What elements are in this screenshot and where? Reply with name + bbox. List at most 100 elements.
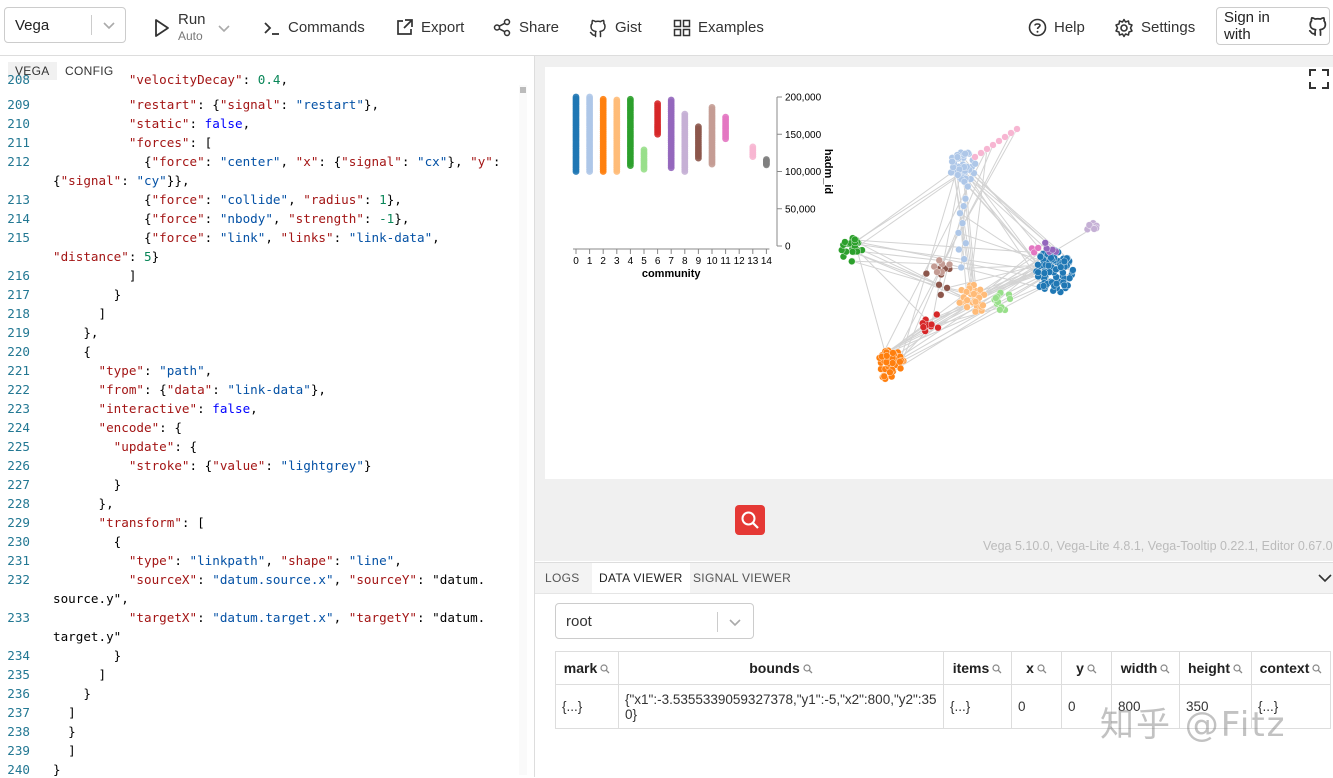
- line-number: 235: [0, 667, 30, 682]
- y-tick-label: 0: [785, 242, 791, 253]
- code-line[interactable]: ]: [53, 268, 136, 283]
- code-line[interactable]: }: [53, 648, 121, 663]
- code-line[interactable]: "targetX": "datum.target.x", "targetY": …: [53, 610, 485, 625]
- network-node: [1037, 253, 1044, 260]
- code-line[interactable]: "static": false,: [53, 116, 250, 131]
- play-icon: [153, 18, 171, 38]
- code-line[interactable]: },: [53, 325, 99, 340]
- table-header-row: markboundsitemsxywidthheightcontext: [556, 652, 1331, 685]
- gist-button[interactable]: Gist: [588, 0, 642, 55]
- chevron-down-icon[interactable]: [216, 20, 232, 36]
- search-button[interactable]: [735, 505, 765, 535]
- code-line[interactable]: {"force": "collide", "radius": 1},: [53, 192, 402, 207]
- code-line[interactable]: ]: [53, 667, 106, 682]
- code-line[interactable]: {: [53, 344, 91, 359]
- settings-button[interactable]: Settings: [1114, 0, 1195, 55]
- code-line[interactable]: "type": "path",: [53, 363, 212, 378]
- code-line[interactable]: {"force": "nbody", "strength": -1},: [53, 211, 409, 226]
- tab-signal-viewer[interactable]: SIGNAL VIEWER: [693, 571, 791, 585]
- chevron-down-icon[interactable]: [1317, 570, 1333, 586]
- version-text: Vega 5.10.0, Vega-Lite 4.8.1, Vega-Toolt…: [983, 539, 1333, 553]
- code-line[interactable]: }: [53, 287, 121, 302]
- column-header-items[interactable]: items: [944, 652, 1012, 685]
- share-button[interactable]: Share: [493, 0, 559, 55]
- mode-select[interactable]: Vega: [4, 7, 126, 43]
- x-tick-label: 0: [573, 256, 579, 267]
- code-line[interactable]: ]: [53, 306, 106, 321]
- code-line[interactable]: "update": {: [53, 439, 197, 454]
- code-line[interactable]: }: [53, 762, 61, 777]
- code-line[interactable]: "velocityDecay": 0.4,: [53, 72, 288, 87]
- code-line[interactable]: {"force": "center", "x": {"signal": "cx"…: [53, 154, 500, 169]
- code-line[interactable]: "interactive": false,: [53, 401, 258, 416]
- code-line[interactable]: }: [53, 686, 91, 701]
- chart-point-community-7: [668, 97, 675, 104]
- network-node: [1045, 262, 1052, 269]
- search-icon[interactable]: [1312, 664, 1322, 674]
- code-line[interactable]: "sourceX": "datum.source.x", "sourceY": …: [53, 572, 485, 587]
- code-line[interactable]: ]: [53, 743, 76, 758]
- line-number: 221: [0, 363, 30, 378]
- help-button[interactable]: Help: [1028, 0, 1085, 55]
- run-button[interactable]: Run Auto: [153, 0, 239, 55]
- code-line[interactable]: }: [53, 724, 76, 739]
- code-line[interactable]: {: [53, 534, 121, 549]
- column-header-context[interactable]: context: [1252, 652, 1331, 685]
- search-icon[interactable]: [803, 664, 813, 674]
- tab-data-viewer[interactable]: DATA VIEWER: [592, 563, 690, 593]
- code-line[interactable]: {"signal": "cy"}},: [53, 173, 190, 188]
- network-node: [970, 291, 977, 298]
- network-node: [933, 311, 940, 318]
- fullscreen-icon[interactable]: [1308, 68, 1330, 90]
- search-icon[interactable]: [1037, 664, 1047, 674]
- code-line[interactable]: },: [53, 496, 114, 511]
- network-node: [946, 261, 953, 268]
- code-line[interactable]: "transform": [: [53, 515, 205, 530]
- code-line[interactable]: "forces": [: [53, 135, 212, 150]
- code-line[interactable]: target.y": [53, 629, 121, 644]
- examples-label: Examples: [698, 19, 764, 36]
- code-line[interactable]: "type": "linkpath", "shape": "line",: [53, 553, 402, 568]
- scroll-thumb[interactable]: [520, 87, 526, 93]
- sign-in-button[interactable]: Sign in with: [1216, 7, 1330, 45]
- code-line[interactable]: "restart": {"signal": "restart"},: [53, 97, 379, 112]
- network-node: [954, 172, 961, 179]
- commands-button[interactable]: Commands: [263, 0, 365, 55]
- column-header-x[interactable]: x: [1012, 652, 1062, 685]
- tab-logs[interactable]: LOGS: [545, 571, 580, 585]
- column-header-y[interactable]: y: [1062, 652, 1112, 685]
- network-node: [1091, 226, 1098, 233]
- search-icon[interactable]: [992, 664, 1002, 674]
- code-line[interactable]: source.y",: [53, 591, 129, 606]
- share-label: Share: [519, 19, 559, 36]
- search-icon[interactable]: [600, 664, 610, 674]
- dataset-select[interactable]: root: [555, 603, 754, 639]
- line-number: 232: [0, 572, 30, 587]
- editor-scrollbar[interactable]: [519, 85, 527, 775]
- table-cell-mark[interactable]: {...}: [556, 685, 619, 729]
- code-line[interactable]: "from": {"data": "link-data"},: [53, 382, 326, 397]
- x-tick-label: 7: [668, 256, 674, 267]
- network-node: [934, 269, 941, 276]
- visualization-svg: 01234567891011121314community050,000100,…: [545, 67, 1333, 479]
- examples-button[interactable]: Examples: [673, 0, 764, 55]
- search-icon[interactable]: [1233, 664, 1243, 674]
- table-cell-items[interactable]: {...}: [944, 685, 1012, 729]
- code-line[interactable]: "distance": 5}: [53, 249, 159, 264]
- code-line[interactable]: }: [53, 477, 121, 492]
- column-header-bounds[interactable]: bounds: [619, 652, 944, 685]
- commands-label: Commands: [288, 19, 365, 36]
- github-icon: [1307, 15, 1329, 37]
- code-line[interactable]: "stroke": {"value": "lightgrey"}: [53, 458, 372, 473]
- search-icon[interactable]: [1160, 664, 1170, 674]
- code-line[interactable]: "encode": {: [53, 420, 182, 435]
- network-node: [959, 220, 966, 227]
- export-button[interactable]: Export: [395, 0, 464, 55]
- search-icon[interactable]: [1087, 664, 1097, 674]
- column-header-width[interactable]: width: [1112, 652, 1180, 685]
- code-line[interactable]: ]: [53, 705, 76, 720]
- code-line[interactable]: {"force": "link", "links": "link-data",: [53, 230, 440, 245]
- line-number: 215: [0, 230, 30, 245]
- column-header-height[interactable]: height: [1180, 652, 1252, 685]
- column-header-mark[interactable]: mark: [556, 652, 619, 685]
